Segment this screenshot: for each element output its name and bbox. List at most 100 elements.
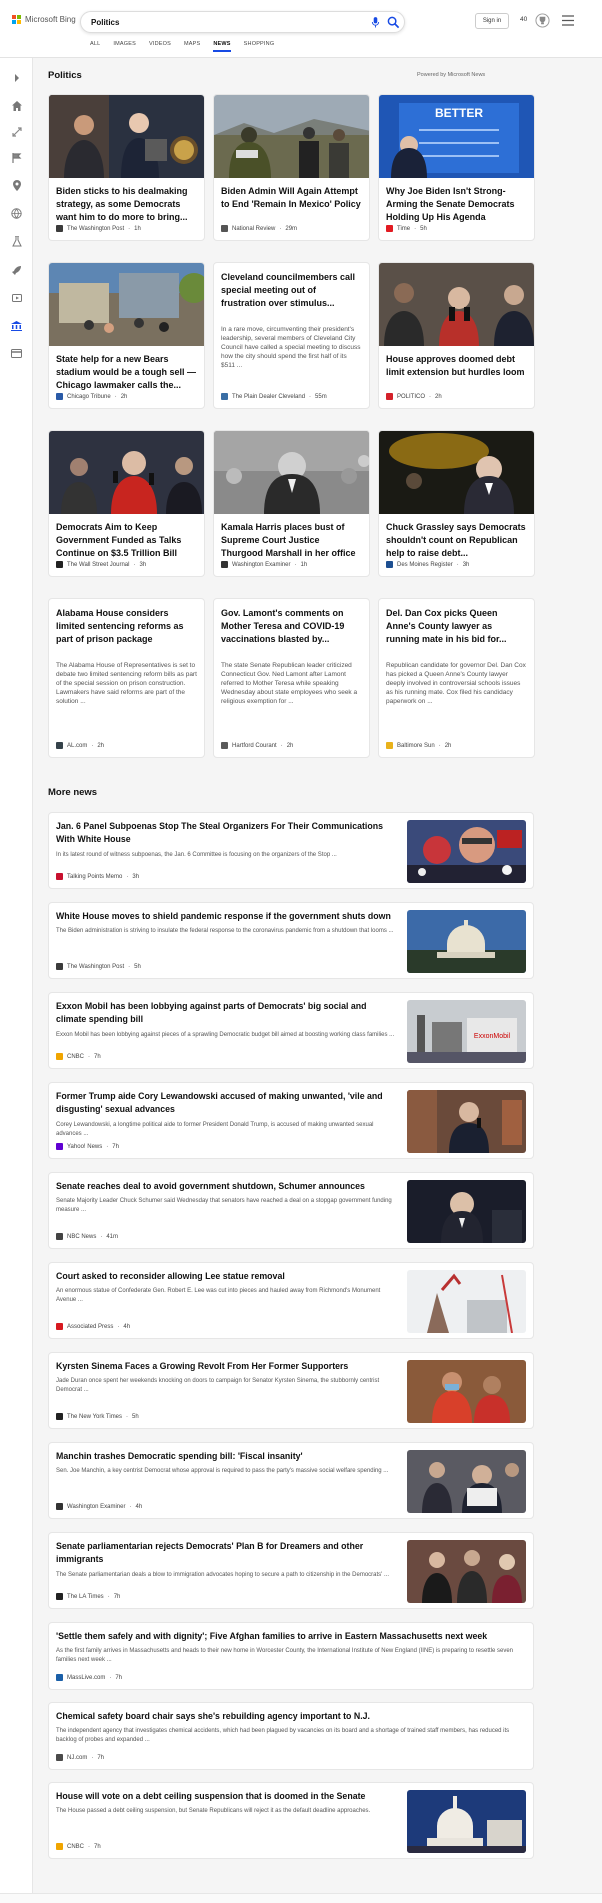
headline[interactable]: Senate parliamentarian rejects Democrats… [56,1540,396,1566]
news-card[interactable]: Gov. Lamont's comments on Mother Teresa … [213,598,370,758]
summary: Exxon Mobil has been lobbying against pi… [56,1032,395,1038]
news-thumbnail [407,1180,526,1243]
headline[interactable]: 'Settle them safely and with dignity'; F… [56,1630,516,1643]
headline[interactable]: Kamala Harris places bust of Supreme Cou… [221,521,362,561]
headline[interactable]: Why Joe Biden Isn't Strong-Arming the Se… [386,185,527,225]
news-card[interactable]: Del. Dan Cox picks Queen Anne's County l… [378,598,535,758]
source: Baltimore Sun · 2h [386,742,451,749]
source: Hartford Courant · 2h [221,742,293,749]
news-card[interactable]: Biden sticks to his dealmaking strategy,… [48,94,205,241]
rocket-icon[interactable] [9,262,24,277]
flag-icon[interactable] [9,150,24,165]
news-list-item[interactable]: Senate reaches deal to avoid government … [48,1172,534,1249]
headline[interactable]: State help for a new Bears stadium would… [56,353,197,393]
rewards-points[interactable]: 40 [520,16,527,23]
category-sidebar [0,58,33,1903]
headline[interactable]: House approves doomed debt limit extensi… [386,353,527,393]
news-list-item[interactable]: Senate parliamentarian rejects Democrats… [48,1532,534,1609]
sign-in-button[interactable]: Sign in [475,13,509,29]
chevron-right-icon[interactable] [9,70,24,85]
source: The New York Times · 5h [56,1413,139,1420]
source: NBC News · 41m [56,1233,118,1240]
money-icon[interactable] [9,346,24,361]
news-list-item[interactable]: House will vote on a debt ceiling suspen… [48,1782,534,1859]
headline[interactable]: Alabama House considers limited sentenci… [56,607,197,659]
headline[interactable]: White House moves to shield pandemic res… [56,910,396,923]
tab-images[interactable]: IMAGES [113,41,149,53]
headline[interactable]: Democrats Aim to Keep Government Funded … [56,521,197,561]
search-input[interactable] [91,16,341,29]
news-card[interactable]: BETTER Why Joe Biden Isn't Strong-Arming… [378,94,535,241]
source: The Washington Post · 1h [56,225,141,232]
news-card[interactable]: Chuck Grassley says Democrats shouldn't … [378,430,535,577]
news-list-item[interactable]: Jan. 6 Panel Subpoenas Stop The Steal Or… [48,812,534,889]
microphone-icon[interactable] [371,17,380,28]
news-card[interactable]: Kamala Harris places bust of Supreme Cou… [213,430,370,577]
headline[interactable]: Former Trump aide Cory Lewandowski accus… [56,1090,396,1116]
tab-maps[interactable]: MAPS [184,41,213,53]
globe-icon[interactable] [9,206,24,221]
news-image [49,263,204,346]
bing-logo[interactable]: Microsoft Bing [12,15,76,24]
headline[interactable]: Exxon Mobil has been lobbying against pa… [56,1000,396,1026]
location-icon[interactable] [9,178,24,193]
hamburger-menu-icon[interactable] [562,15,574,26]
news-list-item[interactable]: White House moves to shield pandemic res… [48,902,534,979]
news-image: BETTER [379,95,534,178]
headline[interactable]: Biden Admin Will Again Attempt to End 'R… [221,185,362,225]
source-logo-icon [56,1754,63,1761]
headline[interactable]: House will vote on a debt ceiling suspen… [56,1790,396,1803]
source-logo-icon [56,225,63,232]
news-card[interactable]: Cleveland councilmembers call special me… [213,262,370,409]
headline[interactable]: Del. Dan Cox picks Queen Anne's County l… [386,607,527,659]
source: MassLive.com · 7h [56,1674,122,1681]
source-logo-icon [221,561,228,568]
home-icon[interactable] [9,98,24,113]
source-logo-icon [56,561,63,568]
source-logo-icon [56,1413,63,1420]
news-image [214,95,369,178]
news-list-item[interactable]: 'Settle them safely and with dignity'; F… [48,1622,534,1690]
news-list-item[interactable]: Exxon Mobil has been lobbying against pa… [48,992,534,1069]
search-icon[interactable] [387,16,400,29]
news-list-item[interactable]: Chemical safety board chair says she's r… [48,1702,534,1770]
headline[interactable]: Manchin trashes Democratic spending bill… [56,1450,396,1463]
news-card[interactable]: State help for a new Bears stadium would… [48,262,205,409]
science-icon[interactable] [9,234,24,249]
source: NJ.com · 7h [56,1754,104,1761]
politics-icon[interactable] [9,318,24,333]
source: Washington Examiner · 4h [56,1503,142,1510]
news-list-item[interactable]: Court asked to reconsider allowing Lee s… [48,1262,534,1339]
summary: The Biden administration is striving to … [56,928,394,934]
headline[interactable]: Cleveland councilmembers call special me… [221,271,362,323]
tab-shopping[interactable]: SHOPPING [244,41,288,53]
entertainment-icon[interactable] [9,290,24,305]
source-logo-icon [386,225,393,232]
tab-news[interactable]: NEWS [213,41,243,53]
source-logo-icon [386,393,393,400]
headline[interactable]: Jan. 6 Panel Subpoenas Stop The Steal Or… [56,820,396,846]
headline[interactable]: Chuck Grassley says Democrats shouldn't … [386,521,527,561]
rewards-trophy-icon[interactable] [535,13,550,28]
news-list-item[interactable]: Kyrsten Sinema Faces a Growing Revolt Fr… [48,1352,534,1429]
source-logo-icon [56,393,63,400]
tab-all[interactable]: ALL [90,41,113,53]
tab-videos[interactable]: VIDEOS [149,41,184,53]
headline[interactable]: Chemical safety board chair says she's r… [56,1710,516,1723]
headline[interactable]: Biden sticks to his dealmaking strategy,… [56,185,197,225]
more-news-title: More news [48,787,98,798]
headline[interactable]: Court asked to reconsider allowing Lee s… [56,1270,396,1283]
news-card[interactable]: Biden Admin Will Again Attempt to End 'R… [213,94,370,241]
news-list-item[interactable]: Manchin trashes Democratic spending bill… [48,1442,534,1519]
news-card[interactable]: Alabama House considers limited sentenci… [48,598,205,758]
news-card[interactable]: Democrats Aim to Keep Government Funded … [48,430,205,577]
news-list-item[interactable]: Former Trump aide Cory Lewandowski accus… [48,1082,534,1159]
sports-icon[interactable] [9,124,24,139]
news-thumbnail [407,1270,526,1333]
headline[interactable]: Kyrsten Sinema Faces a Growing Revolt Fr… [56,1360,396,1373]
news-card[interactable]: House approves doomed debt limit extensi… [378,262,535,409]
section-title: Politics [48,70,82,81]
headline[interactable]: Senate reaches deal to avoid government … [56,1180,396,1193]
news-thumbnail [407,1790,526,1853]
headline[interactable]: Gov. Lamont's comments on Mother Teresa … [221,607,362,659]
